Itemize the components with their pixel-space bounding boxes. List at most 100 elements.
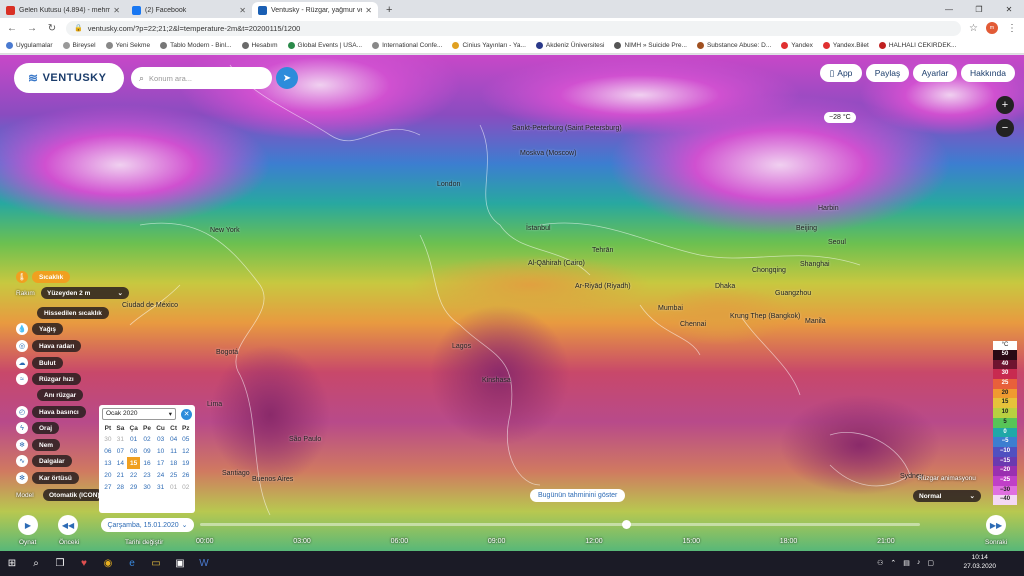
time-slider-track[interactable]: [200, 523, 920, 526]
time-slider-handle[interactable]: [621, 520, 631, 529]
close-window-icon[interactable]: ✕: [994, 0, 1024, 18]
bookmark-item[interactable]: NIMH » Suicide Pre...: [614, 42, 687, 49]
store-icon[interactable]: ▣: [168, 551, 192, 576]
timeline-hour-label[interactable]: 09:00: [488, 538, 506, 545]
calendar-day[interactable]: 29: [127, 481, 141, 493]
layer-clouds[interactable]: ☁ Bulut: [16, 357, 63, 369]
next-button[interactable]: ▶▶: [986, 515, 1006, 535]
chrome-icon[interactable]: ◉: [96, 551, 120, 576]
calendar-day[interactable]: 16: [140, 457, 153, 469]
edge-icon[interactable]: e: [120, 551, 144, 576]
timeline-hour-label[interactable]: 00:00: [196, 538, 214, 545]
calendar-day[interactable]: 13: [102, 457, 114, 469]
layer-waves[interactable]: ∿ Dalgalar: [16, 455, 72, 467]
calendar-day[interactable]: 21: [114, 469, 127, 481]
previous-button[interactable]: ◀◀: [58, 515, 78, 535]
about-button[interactable]: Hakkında: [961, 64, 1015, 82]
bookmark-item[interactable]: Cinius Yayınları - Ya...: [452, 42, 526, 49]
bookmark-item[interactable]: Tablo Modern - Binl...: [160, 42, 232, 49]
word-icon[interactable]: W: [192, 551, 216, 576]
timeline-hour-label[interactable]: 12:00: [585, 538, 603, 545]
calendar-day[interactable]: 10: [153, 445, 167, 457]
timeline-hour-label[interactable]: 18:00: [780, 538, 798, 545]
settings-button[interactable]: Ayarlar: [913, 64, 957, 82]
bookmark-star-icon[interactable]: ☆: [969, 23, 978, 34]
model-dropdown[interactable]: Otomatik (ICON): [43, 489, 103, 501]
bookmark-item[interactable]: Global Events | USA...: [287, 42, 362, 49]
layer-radar[interactable]: ◎ Hava radarı: [16, 340, 82, 352]
bookmark-item[interactable]: Uygulamalar: [6, 42, 53, 49]
maximize-icon[interactable]: ❐: [964, 0, 994, 18]
calendar-day[interactable]: 24: [153, 469, 167, 481]
show-today-forecast-button[interactable]: Bugünün tahminini göster: [530, 489, 626, 502]
bookmark-item[interactable]: Yandex.Bilet: [822, 42, 869, 49]
selected-date-button[interactable]: Çarşamba, 15.01.2020 ⌄: [101, 518, 194, 532]
layer-gusts[interactable]: Anı rüzgar: [37, 389, 84, 401]
altitude-dropdown[interactable]: Yüzeyden 2 m ⌄: [41, 287, 129, 299]
bookmark-item[interactable]: Yandex: [781, 42, 813, 49]
browser-tab-gmail[interactable]: Gelen Kutusu (4.894) - mehmetc... ✕: [0, 2, 126, 18]
play-button[interactable]: ▶: [18, 515, 38, 535]
profile-avatar[interactable]: m: [986, 22, 998, 34]
browser-tab-ventusky[interactable]: Ventusky - Rüzgar, yağmur ve sı... ✕: [252, 2, 378, 18]
layer-pressure[interactable]: ◴ Hava basıncı: [16, 406, 86, 418]
calendar-day[interactable]: 25: [168, 469, 180, 481]
calendar-day[interactable]: 23: [140, 469, 153, 481]
close-icon[interactable]: ✕: [239, 6, 246, 15]
share-button[interactable]: Paylaş: [866, 64, 909, 82]
task-view-icon[interactable]: ❒: [48, 551, 72, 576]
calendar-day[interactable]: 28: [114, 481, 127, 493]
location-search[interactable]: ⌕ Konum ara...: [131, 67, 272, 89]
system-clock[interactable]: 10:14 27.03.2020: [963, 553, 996, 571]
file-explorer-icon[interactable]: ▭: [144, 551, 168, 576]
close-icon[interactable]: ✕: [113, 6, 120, 15]
search-icon[interactable]: ⌕: [24, 551, 48, 576]
calendar-day[interactable]: 17: [153, 457, 167, 469]
app-button[interactable]: ▯ App: [820, 64, 862, 82]
calendar-day[interactable]: 08: [127, 445, 141, 457]
calendar-day[interactable]: 09: [140, 445, 153, 457]
minimize-icon[interactable]: —: [934, 0, 964, 18]
calendar-day[interactable]: 22: [127, 469, 141, 481]
notification-icon[interactable]: ▢: [927, 559, 934, 567]
url-field[interactable]: 🔒 ventusky.com/?p=22;21;2&l=temperature-…: [66, 20, 962, 36]
close-icon[interactable]: ✕: [365, 6, 372, 15]
close-calendar-button[interactable]: ✕: [181, 408, 192, 420]
calendar-day[interactable]: 04: [168, 433, 180, 445]
zoom-out-button[interactable]: −: [996, 119, 1014, 137]
bookmark-item[interactable]: Bireysel: [62, 42, 96, 49]
calendar-day[interactable]: 03: [153, 433, 167, 445]
calendar-day[interactable]: 11: [168, 445, 180, 457]
browser-tab-facebook[interactable]: (2) Facebook ✕: [126, 2, 252, 18]
timeline-hour-label[interactable]: 03:00: [293, 538, 311, 545]
calendar-day[interactable]: 15: [126, 457, 141, 469]
bookmark-item[interactable]: Hesabım: [241, 42, 278, 49]
bookmark-item[interactable]: Akdeniz Üniversitesi: [535, 42, 604, 49]
calendar-day[interactable]: 19: [180, 457, 192, 469]
calendar-day[interactable]: 27: [102, 481, 114, 493]
app-heart-icon[interactable]: ♥: [72, 551, 96, 576]
menu-dots-icon[interactable]: ⋮: [1006, 23, 1018, 34]
wind-animation-dropdown[interactable]: Normal ⌄: [913, 490, 981, 502]
network-icon[interactable]: ▤: [903, 559, 910, 567]
forward-arrow-icon[interactable]: →: [26, 23, 38, 34]
timeline-hour-label[interactable]: 21:00: [877, 538, 895, 545]
calendar-day[interactable]: 20: [102, 469, 114, 481]
ventusky-logo[interactable]: ≋ VENTUSKY: [14, 63, 124, 93]
calendar-day[interactable]: 18: [168, 457, 180, 469]
timeline-hour-label[interactable]: 06:00: [391, 538, 409, 545]
new-tab-button[interactable]: +: [378, 2, 400, 18]
reload-icon[interactable]: ↻: [46, 23, 58, 34]
layer-rain[interactable]: 💧 Yağış: [16, 323, 63, 335]
layer-snow[interactable]: ✻ Kar örtüsü: [16, 472, 79, 484]
layer-wind-speed[interactable]: ≈ Rüzgar hızı: [16, 373, 81, 385]
calendar-day[interactable]: 05: [180, 433, 192, 445]
timeline-hour-label[interactable]: 15:00: [682, 538, 700, 545]
windows-start-icon[interactable]: ⊞: [0, 551, 24, 576]
calendar-day[interactable]: 06: [102, 445, 114, 457]
back-arrow-icon[interactable]: ←: [6, 23, 18, 34]
volume-icon[interactable]: ♪: [917, 559, 921, 567]
bookmark-item[interactable]: HALHALI CEKIRDEK...: [878, 42, 956, 49]
layer-humidity[interactable]: ❄ Nem: [16, 439, 61, 451]
calendar-day[interactable]: 12: [180, 445, 192, 457]
